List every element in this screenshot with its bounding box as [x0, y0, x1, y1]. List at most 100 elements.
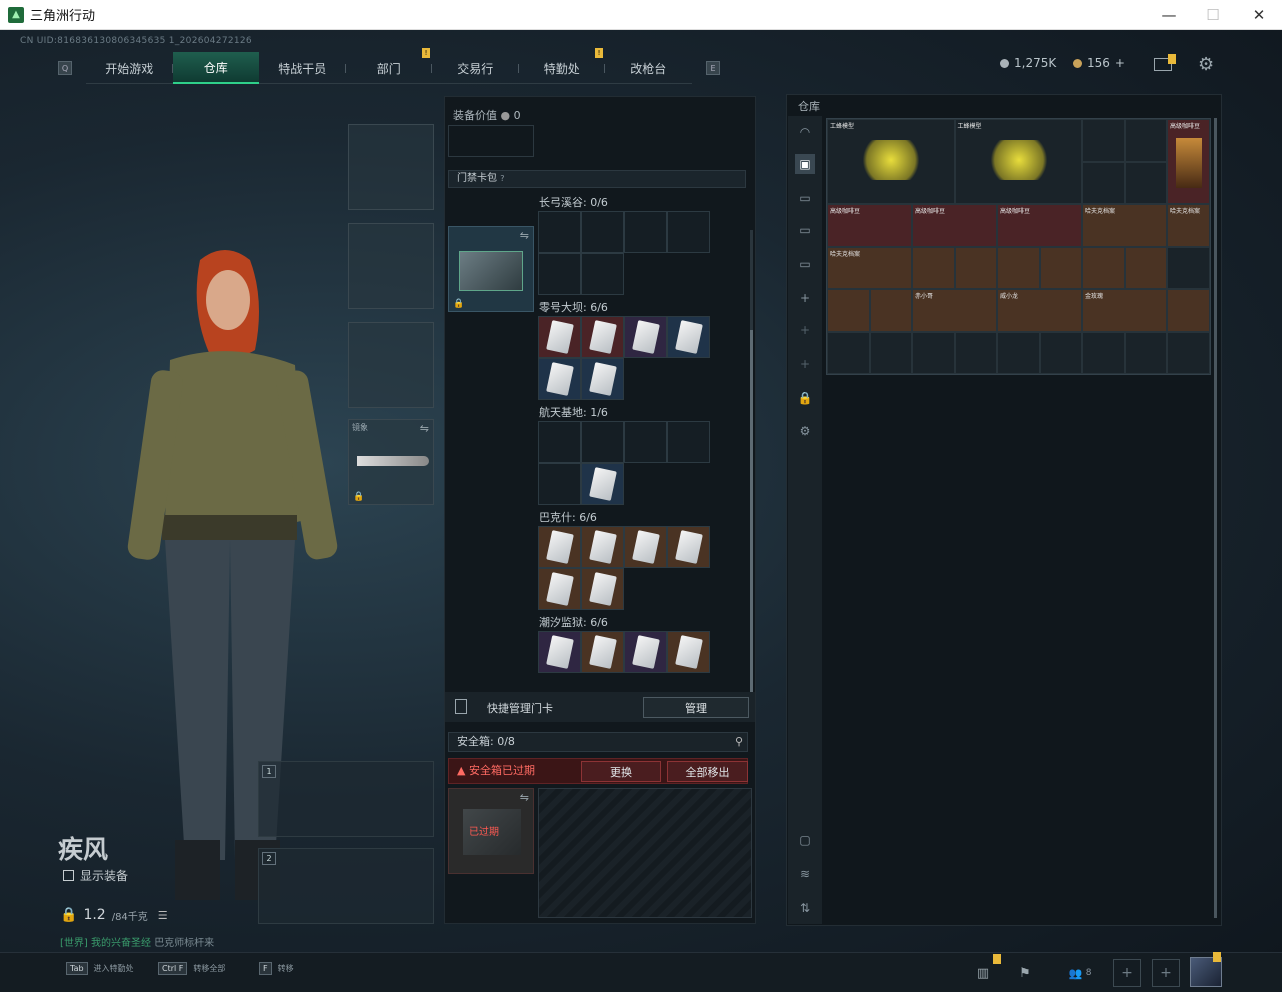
hotkey-transfer-all[interactable]: Ctrl F 转移全部 [158, 962, 225, 975]
squad-button[interactable]: 👥 8 [1060, 960, 1100, 986]
stash-empty-cell[interactable] [997, 331, 1040, 374]
sort-icon[interactable]: ⇅ [795, 898, 815, 918]
maximize-button[interactable]: ☐ [1190, 0, 1236, 30]
card-slot[interactable] [581, 568, 624, 610]
hotkey-transfer[interactable]: F 转移 [259, 962, 294, 975]
stash-item-bee-model[interactable]: 工蜂模型 [827, 119, 955, 204]
minimize-button[interactable]: — [1146, 0, 1192, 30]
card-slot[interactable] [624, 631, 667, 673]
replace-button[interactable]: 更换 [581, 761, 661, 782]
stash-empty-cell[interactable] [1124, 119, 1167, 162]
safe-case-item[interactable]: 已过期 ⇋ [448, 788, 534, 874]
remove-all-button[interactable]: 全部移出 [667, 761, 748, 782]
card-slot[interactable] [538, 463, 581, 505]
checkbox-icon[interactable] [63, 870, 74, 881]
stash-item-coffee[interactable]: 高级咖啡豆 [912, 204, 997, 247]
card-slot[interactable] [624, 526, 667, 568]
all-items-filter-icon[interactable]: ▣ [795, 154, 815, 174]
tab-warehouse[interactable]: 仓库 [172, 52, 259, 84]
nav-left-key-icon[interactable]: Q [58, 61, 72, 75]
tab-operators[interactable]: 特战干员 [259, 52, 346, 84]
card-slot[interactable] [538, 631, 581, 673]
card-slot[interactable] [581, 421, 624, 463]
card-slot[interactable] [581, 526, 624, 568]
settings-gear-icon[interactable]: ⚙ [1198, 54, 1214, 75]
box-filter-icon[interactable]: ▭ [795, 254, 815, 274]
card-slot[interactable] [624, 211, 667, 253]
box-filter-icon[interactable]: ▭ [795, 188, 815, 208]
loadout-scrollbar-thumb[interactable] [750, 330, 753, 700]
swap-icon[interactable]: ⇋ [520, 229, 529, 242]
flag-icon[interactable]: ⚑ [1012, 960, 1038, 986]
pin-icon[interactable]: ⚲ [735, 733, 743, 751]
stash-empty-cell[interactable] [1167, 246, 1210, 289]
card-slot[interactable] [538, 568, 581, 610]
helmet-filter-icon[interactable]: ◠ [795, 122, 815, 142]
stash-empty-cell[interactable] [912, 331, 955, 374]
stash-scrollbar[interactable] [1214, 118, 1217, 918]
stash-empty-cell[interactable] [1124, 161, 1167, 204]
safe-icon[interactable]: ▢ [795, 830, 815, 850]
card-slot[interactable] [624, 421, 667, 463]
stash-empty-cell[interactable] [1082, 161, 1125, 204]
invite-slot-button[interactable]: + [1152, 959, 1180, 987]
invite-slot-button[interactable]: + [1113, 959, 1141, 987]
card-slot[interactable] [581, 358, 624, 400]
close-button[interactable]: ✕ [1236, 0, 1282, 30]
card-slot[interactable] [538, 253, 581, 295]
card-slot[interactable] [581, 463, 624, 505]
swap-icon[interactable]: ⇋ [420, 422, 429, 435]
stash-empty-cell[interactable] [1039, 331, 1082, 374]
card-slot[interactable] [667, 526, 710, 568]
card-slot[interactable] [538, 211, 581, 253]
stash-item-haavk-file[interactable]: 哈夫克档案 [1167, 204, 1210, 247]
tab-department[interactable]: 部门! [346, 48, 432, 84]
stash-item[interactable] [1124, 246, 1167, 289]
card-slot[interactable] [667, 211, 710, 253]
nav-right-key-icon[interactable]: E [706, 61, 720, 75]
tab-gunsmith[interactable]: 改枪台 [605, 52, 692, 84]
backpack-slot-partial[interactable] [448, 125, 534, 157]
gold-currency[interactable]: 156 + [1073, 56, 1125, 70]
stash-item-haavk-file[interactable]: 哈夫克档案 [827, 246, 912, 289]
stash-item-coffee[interactable]: 高级咖啡豆 [1167, 119, 1210, 204]
card-slot[interactable] [581, 316, 624, 358]
melee-slot[interactable]: 镜象 ⇋ 🔒 [348, 419, 434, 505]
stash-item[interactable] [954, 246, 997, 289]
stash-item[interactable] [1039, 246, 1082, 289]
stash-item-gold-rose[interactable]: 金玫瑰 [1082, 289, 1167, 332]
card-slot[interactable] [667, 316, 710, 358]
list-icon[interactable]: ☰ [158, 909, 168, 922]
card-case-item[interactable]: ⇋ 🔒 [448, 226, 534, 312]
stash-empty-cell[interactable] [1082, 331, 1125, 374]
settings-gear-icon[interactable]: ⚙ [795, 421, 815, 441]
card-slot[interactable] [581, 253, 624, 295]
box-filter-icon[interactable]: ▭ [795, 220, 815, 240]
card-slot[interactable] [581, 631, 624, 673]
stash-item[interactable] [869, 289, 912, 332]
card-slot[interactable] [538, 358, 581, 400]
stash-item[interactable] [997, 246, 1040, 289]
tab-start-game[interactable]: 开始游戏 [86, 52, 173, 84]
stash-item[interactable] [827, 289, 870, 332]
hotkey-special-ops[interactable]: Tab 进入特勤处 [66, 962, 134, 975]
tab-special-ops[interactable]: 特勤处! [519, 48, 605, 84]
lock-icon[interactable]: 🔒 [795, 388, 815, 408]
stash-item-coffee[interactable]: 高级咖啡豆 [997, 204, 1082, 247]
stash-item-haavk-file[interactable]: 哈夫克档案 [1082, 204, 1167, 247]
stash-empty-cell[interactable] [1124, 331, 1167, 374]
stash-empty-cell[interactable] [1082, 119, 1125, 162]
card-slot[interactable] [538, 526, 581, 568]
layers-icon[interactable]: ≋ [795, 864, 815, 884]
stash-empty-cell[interactable] [827, 331, 870, 374]
chat-line[interactable]: [世界] 我的兴奋圣经 巴克师标杆来 [60, 934, 214, 949]
stash-empty-cell[interactable] [869, 331, 912, 374]
card-slot[interactable] [624, 316, 667, 358]
add-icon[interactable]: + [795, 354, 815, 374]
show-gear-toggle[interactable]: 显示装备 [63, 867, 128, 884]
card-slot[interactable] [667, 421, 710, 463]
secondary-weapon-slot[interactable]: 2 [258, 848, 434, 924]
stash-empty-cell[interactable] [954, 331, 997, 374]
armor-slot[interactable] [348, 223, 434, 309]
helmet-slot[interactable] [348, 124, 434, 210]
